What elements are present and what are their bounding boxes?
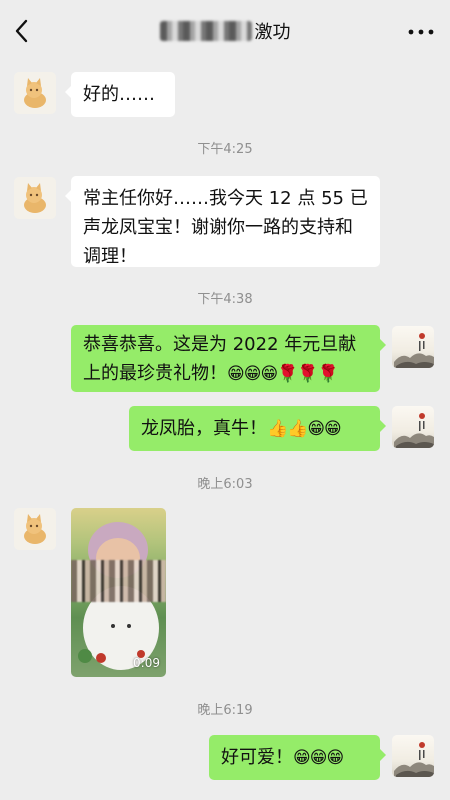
message-text: 好的……: [83, 84, 155, 105]
message-bubble-sent[interactable]: 恭喜恭喜。这是为 2022 年元旦献上的最珍贵礼物！😁😁😁🌹🌹🌹: [71, 325, 386, 392]
timestamp: 下午4:38: [197, 292, 253, 307]
message-bubble-sent[interactable]: 好可爱！😁😁😁: [209, 735, 386, 780]
my-avatar[interactable]: [392, 326, 434, 368]
emoji-run: 😁😁😁🌹🌹🌹: [227, 364, 339, 384]
ink-painting-avatar-icon: [394, 413, 434, 448]
more-button[interactable]: [406, 20, 436, 40]
contact-avatar[interactable]: [14, 72, 56, 114]
chat-title-suffix: 激功: [254, 22, 291, 43]
message-bubble-received[interactable]: 常主任你好……我今天 12 点 55 已声龙凤宝宝！谢谢你一路的支持和调理！: [65, 176, 380, 267]
message-bubble-received[interactable]: 好的……: [65, 72, 175, 117]
face-mosaic: [71, 560, 166, 602]
message-text: 常主任你好……我今天 12 点 55 已声龙凤宝宝！谢谢你一路的支持和调理！: [83, 188, 368, 267]
ink-painting-avatar-icon: [394, 333, 434, 368]
chat-header: 激功: [0, 0, 450, 62]
timestamp: 下午4:25: [197, 142, 253, 157]
emoji-run: 👍👍😁😁: [267, 419, 342, 439]
contact-avatar[interactable]: [14, 177, 56, 219]
timestamp: 晚上6:03: [197, 477, 253, 492]
video-message[interactable]: 0:09: [71, 508, 166, 677]
cat-avatar-icon: [24, 78, 46, 108]
message-text: 好可爱！: [221, 747, 293, 768]
more-dots-icon: [408, 29, 434, 35]
ink-painting-avatar-icon: [394, 742, 434, 777]
emoji-run: 😁😁😁: [293, 748, 344, 768]
message-text: 龙凤胎，真牛！: [141, 418, 267, 439]
my-avatar[interactable]: [392, 406, 434, 448]
cat-avatar-icon: [24, 514, 46, 544]
chat-title: 激功: [0, 18, 450, 44]
my-avatar[interactable]: [392, 735, 434, 777]
contact-avatar[interactable]: [14, 508, 56, 550]
redacted-title-blur: [159, 21, 252, 41]
message-bubble-sent[interactable]: 龙凤胎，真牛！👍👍😁😁: [129, 406, 386, 451]
video-duration: 0:09: [133, 656, 160, 670]
timestamp: 晚上6:19: [197, 703, 253, 718]
cat-avatar-icon: [24, 183, 46, 213]
